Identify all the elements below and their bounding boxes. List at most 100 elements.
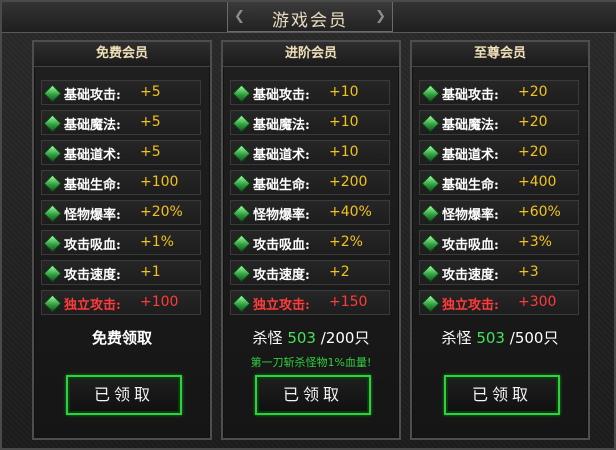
green-gem-icon — [421, 294, 440, 313]
stat-value: +10 — [329, 144, 359, 160]
stat-value: +200 — [329, 174, 368, 190]
stat-label: 基础生命: — [442, 178, 499, 193]
stat-label: 基础魔法: — [442, 118, 499, 133]
stat-row: 基础攻击: +20 — [419, 80, 579, 105]
stat-row: 攻击吸血: +3% — [419, 230, 579, 255]
stat-row: 攻击吸血: +2% — [230, 230, 390, 255]
stat-value: +1 — [140, 264, 161, 280]
stat-label: 独立攻击: — [253, 298, 310, 313]
stat-row: 基础道术: +20 — [419, 140, 579, 165]
stat-value: +40% — [329, 204, 372, 220]
stat-label: 基础魔法: — [64, 118, 121, 133]
stat-row: 基础生命: +400 — [419, 170, 579, 195]
stat-row: 基础道术: +5 — [41, 140, 201, 165]
green-gem-icon — [421, 114, 440, 133]
kill-target: /200只 — [320, 329, 370, 347]
stat-label: 攻击吸血: — [253, 238, 310, 253]
kill-progress: 杀怪 503 /200只 — [223, 327, 399, 348]
tier-free-panel: 免费会员 基础攻击: +5 基础魔法: +5 基础道术: +5 基础生命: +100 怪… — [32, 40, 212, 440]
stat-row: 独立攻击: +150 — [230, 290, 390, 315]
stat-row: 基础生命: +100 — [41, 170, 201, 195]
stat-label: 攻击速度: — [442, 268, 499, 283]
stat-row: 攻击速度: +3 — [419, 260, 579, 285]
green-gem-icon — [43, 234, 62, 253]
green-gem-icon — [232, 264, 251, 283]
tier-supreme-panel: 至尊会员 基础攻击: +20 基础魔法: +20 基础道术: +20 基础生命: +40… — [410, 40, 590, 440]
stat-label: 基础道术: — [442, 148, 499, 163]
stat-row: 基础魔法: +5 — [41, 110, 201, 135]
stat-value: +100 — [140, 174, 179, 190]
stat-value: +150 — [329, 294, 368, 310]
stat-value: +1% — [140, 234, 174, 250]
stat-row: 怪物爆率: +60% — [419, 200, 579, 225]
stat-label: 基础攻击: — [253, 88, 310, 103]
green-gem-icon — [232, 204, 251, 223]
stat-row: 独立攻击: +100 — [41, 290, 201, 315]
stat-label: 怪物爆率: — [253, 208, 310, 223]
green-gem-icon — [43, 174, 62, 193]
claim-button[interactable]: 已领取 — [255, 375, 371, 415]
stat-row: 攻击速度: +2 — [230, 260, 390, 285]
stat-value: +60% — [518, 204, 561, 220]
stat-label: 独立攻击: — [64, 298, 121, 313]
stat-label: 攻击速度: — [253, 268, 310, 283]
green-gem-icon — [43, 264, 62, 283]
stat-value: +5 — [140, 114, 161, 130]
green-gem-icon — [421, 144, 440, 163]
green-gem-icon — [421, 234, 440, 253]
green-gem-icon — [43, 114, 62, 133]
stat-row: 攻击速度: +1 — [41, 260, 201, 285]
stat-row: 基础道术: +10 — [230, 140, 390, 165]
requirement-text: 免费领取 — [91, 329, 152, 347]
stat-value: +3% — [518, 234, 552, 250]
kill-label: 杀怪 — [441, 329, 472, 347]
stat-label: 基础道术: — [253, 148, 310, 163]
green-gem-icon — [421, 84, 440, 103]
kill-count: 503 — [287, 329, 316, 347]
window-title: 游戏会员 — [272, 11, 348, 31]
title-bar: ❮ 游戏会员 ❯ — [2, 2, 616, 33]
stat-value: +20% — [140, 204, 183, 220]
claim-button[interactable]: 已领取 — [66, 375, 182, 415]
stat-value: +10 — [329, 114, 359, 130]
stat-value: +20 — [518, 84, 548, 100]
stat-row: 基础攻击: +10 — [230, 80, 390, 105]
stat-value: +300 — [518, 294, 557, 310]
ornament-right-icon: ❯ — [375, 9, 386, 24]
green-gem-icon — [43, 294, 62, 313]
green-gem-icon — [232, 84, 251, 103]
stat-label: 攻击吸血: — [64, 238, 121, 253]
stat-label: 怪物爆率: — [442, 208, 499, 223]
stat-label: 攻击速度: — [64, 268, 121, 283]
stat-row: 基础生命: +200 — [230, 170, 390, 195]
stat-value: +3 — [518, 264, 539, 280]
stat-row: 基础魔法: +20 — [419, 110, 579, 135]
kill-count: 503 — [476, 329, 505, 347]
kill-progress: 杀怪 503 /500只 — [412, 327, 588, 348]
stat-row: 怪物爆率: +20% — [41, 200, 201, 225]
green-gem-icon — [232, 174, 251, 193]
stat-row: 基础攻击: +5 — [41, 80, 201, 105]
stat-label: 基础生命: — [253, 178, 310, 193]
title-plate: ❮ 游戏会员 ❯ — [227, 2, 393, 32]
tier-title: 免费会员 — [34, 42, 210, 67]
stat-value: +20 — [518, 144, 548, 160]
stat-value: +5 — [140, 144, 161, 160]
green-gem-icon — [232, 114, 251, 133]
stat-label: 基础攻击: — [64, 88, 121, 103]
stat-label: 基础攻击: — [442, 88, 499, 103]
stat-value: +400 — [518, 174, 557, 190]
stat-value: +5 — [140, 84, 161, 100]
stat-row: 怪物爆率: +40% — [230, 200, 390, 225]
tier-title: 至尊会员 — [412, 42, 588, 67]
green-gem-icon — [232, 294, 251, 313]
stat-label: 怪物爆率: — [64, 208, 121, 223]
claim-button[interactable]: 已领取 — [444, 375, 560, 415]
stat-value: +2 — [329, 264, 350, 280]
member-window: ❮ 游戏会员 ❯ 免费会员 基础攻击: +5 基础魔法: +5 基础道术: +5 基础… — [0, 0, 616, 450]
green-gem-icon — [421, 264, 440, 283]
stat-row: 攻击吸血: +1% — [41, 230, 201, 255]
stat-row: 基础魔法: +10 — [230, 110, 390, 135]
stat-value: +2% — [329, 234, 363, 250]
stat-label: 基础道术: — [64, 148, 121, 163]
